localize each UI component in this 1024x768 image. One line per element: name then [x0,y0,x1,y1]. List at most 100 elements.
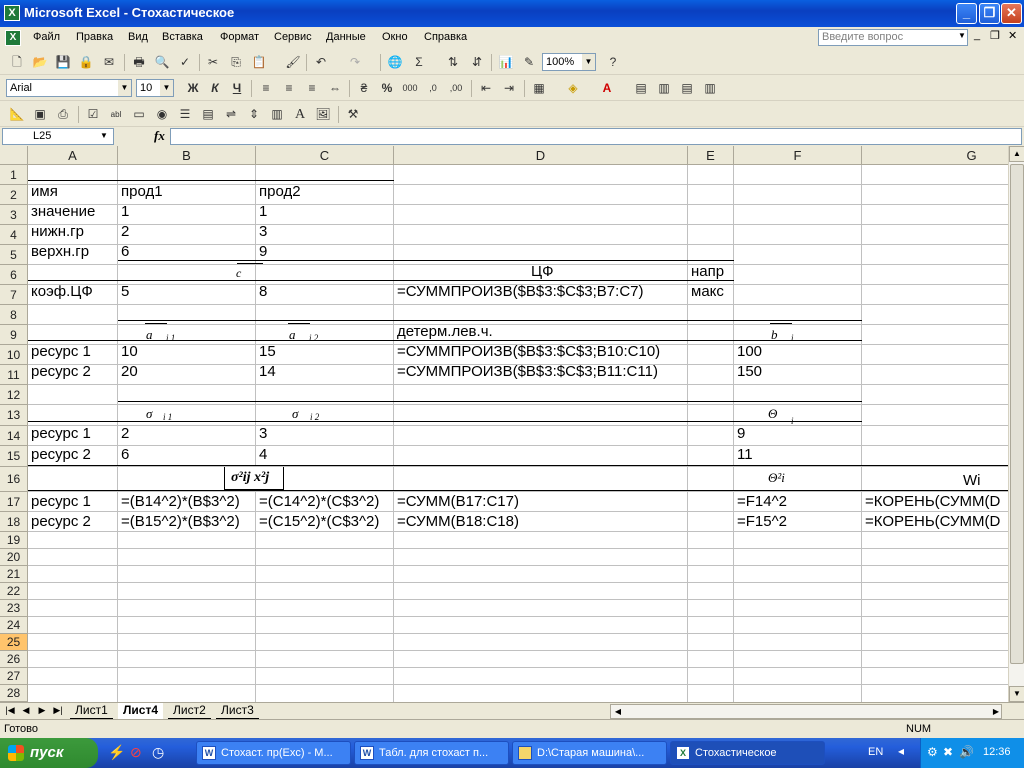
cell-g16[interactable]: Wi [960,471,981,490]
tray-icon-1[interactable]: ⚙ [927,745,938,759]
print-preview-icon[interactable]: 🔍 [153,54,171,71]
row-header-27[interactable]: 27 [0,668,28,685]
more-controls-icon[interactable]: ⚒ [344,106,362,123]
cell-g18[interactable]: =КОРЕНЬ(СУММ(D [862,512,1000,531]
horizontal-scrollbar[interactable]: ◀ ▶ [610,704,1002,719]
cell-c14[interactable]: 3 [256,424,267,443]
drawing-icon[interactable]: ✎ [520,54,538,71]
column-header-c[interactable]: C [256,146,394,165]
sheet-tab-4[interactable]: Лист4 [118,703,164,719]
align-left-icon[interactable]: ≡ [257,80,275,97]
row-header-10[interactable]: 10 [0,345,28,365]
row-header-14[interactable]: 14 [0,426,28,446]
ask-dropdown-icon[interactable]: ▼ [958,31,966,40]
vertical-scrollbar[interactable]: ▲ ▼ [1008,146,1024,702]
row-header-21[interactable]: 21 [0,566,28,583]
column-header-g[interactable]: G [862,146,1008,165]
row-header-11[interactable]: 11 [0,365,28,385]
decrease-decimal-icon[interactable]: ,00 [447,80,465,97]
menu-file[interactable]: Файл [33,31,60,43]
column-header-e[interactable]: E [688,146,734,165]
checkbox-icon[interactable]: ☑ [84,106,102,123]
spin-button-icon[interactable]: ⇕ [245,106,263,123]
name-box[interactable]: L25 [2,128,114,145]
row-header-20[interactable]: 20 [0,549,28,566]
chart-wizard-icon[interactable]: 📊 [497,54,515,71]
underline-icon[interactable]: Ч [228,80,246,97]
sheet-tab-2[interactable]: Лист2 [168,703,211,719]
row-header-24[interactable]: 24 [0,617,28,634]
column-header-f[interactable]: F [734,146,862,165]
image-icon[interactable]: 🖼 [314,106,332,123]
menu-data[interactable]: Данные [326,31,366,43]
sheet-tab-1[interactable]: Лист1 [70,703,113,719]
volume-icon[interactable]: 🔊 [959,745,974,759]
table-icon-4[interactable]: ▥ [701,80,719,97]
borders-icon[interactable]: ▦ [530,80,548,97]
cell-b17[interactable]: =(B14^2)*(B$3^2) [118,492,240,511]
chevron-down-icon[interactable]: ▼ [160,80,173,96]
spelling-icon[interactable]: ✓ [176,54,194,71]
row-header-22[interactable]: 22 [0,583,28,600]
row-header-28[interactable]: 28 [0,685,28,702]
close-button[interactable]: ✕ [1001,3,1022,24]
cell-d17[interactable]: =СУММ(B17:C17) [394,492,519,511]
cell-d18[interactable]: =СУММ(B18:C18) [394,512,519,531]
font-size-combo[interactable]: 10 ▼ [136,79,174,97]
language-menu-icon[interactable]: ◂ [898,744,904,758]
scroll-down-icon[interactable]: ▼ [1009,686,1024,702]
row-header-12[interactable]: 12 [0,385,28,405]
last-sheet-icon[interactable]: ▶| [52,705,64,716]
table-icon-1[interactable]: ▤ [632,80,650,97]
task-button-word-1[interactable]: W Стохаст. пр(Exc) - M... [196,741,351,765]
label-icon[interactable]: A [291,106,309,123]
decrease-indent-icon[interactable]: ⇤ [477,80,495,97]
format-painter-icon[interactable]: 🖌 [284,54,302,71]
next-sheet-icon[interactable]: ▶ [36,705,48,716]
row-header-4[interactable]: 4 [0,225,28,245]
quicklaunch-icon-3[interactable]: ◷ [152,744,164,761]
cell-b14[interactable]: 2 [118,424,129,443]
paste-icon[interactable]: 📋 [250,54,268,71]
table-icon-2[interactable]: ▥ [655,80,673,97]
task-button-folder[interactable]: D:\Старая машина\... [512,741,667,765]
cell-f18[interactable]: =F15^2 [734,512,787,531]
scroll-up-icon[interactable]: ▲ [1009,146,1024,162]
row-header-7[interactable]: 7 [0,285,28,305]
row-header-26[interactable]: 26 [0,651,28,668]
increase-decimal-icon[interactable]: ,0 [424,80,442,97]
merge-center-icon[interactable]: ⇔ [326,80,344,97]
help-icon[interactable]: ? [604,54,622,71]
insert-function-icon[interactable]: fx [154,128,165,144]
column-header-d[interactable]: D [394,146,688,165]
select-all-corner[interactable] [0,146,28,165]
permission-icon[interactable]: 🔒 [77,54,95,71]
language-indicator[interactable]: EN [868,746,883,758]
row-header-6[interactable]: 6 [0,265,28,285]
row-header-3[interactable]: 3 [0,205,28,225]
sort-asc-icon[interactable]: ⇅ [444,54,462,71]
properties-icon[interactable]: ▣ [31,106,49,123]
redo-icon[interactable]: ↷ [346,54,364,71]
restore-button[interactable]: ❐ [979,3,1000,24]
row-header-23[interactable]: 23 [0,600,28,617]
cell-f17[interactable]: =F14^2 [734,492,787,511]
cell-a17[interactable]: ресурс 1 [28,492,91,511]
cell-g17[interactable]: =КОРЕНЬ(СУММ(D [862,492,1000,511]
row-header-18[interactable]: 18 [0,512,28,532]
combobox-icon[interactable]: ▤ [199,106,217,123]
menu-edit[interactable]: Правка [76,31,113,43]
task-button-word-2[interactable]: W Табл. для стохаст п... [354,741,509,765]
sort-desc-icon[interactable]: ⇵ [468,54,486,71]
cell-a14[interactable]: ресурс 1 [28,424,91,443]
currency-icon[interactable]: ₴ [355,80,373,97]
cell-b15[interactable]: 6 [118,445,129,464]
ask-question-box[interactable]: Введите вопрос [818,29,968,46]
worksheet-grid[interactable]: A B C D E F G 1 2 3 4 5 6 7 8 9 10 11 12 13 14 15 16 17 1… [0,146,1008,702]
sheet-tab-3[interactable]: Лист3 [216,703,259,719]
first-sheet-icon[interactable]: |◀ [4,705,16,716]
scroll-left-icon[interactable]: ◀ [611,705,625,718]
column-header-a[interactable]: A [28,146,118,165]
copy-icon[interactable]: ⎘ [227,54,245,71]
row-header-15[interactable]: 15 [0,446,28,467]
